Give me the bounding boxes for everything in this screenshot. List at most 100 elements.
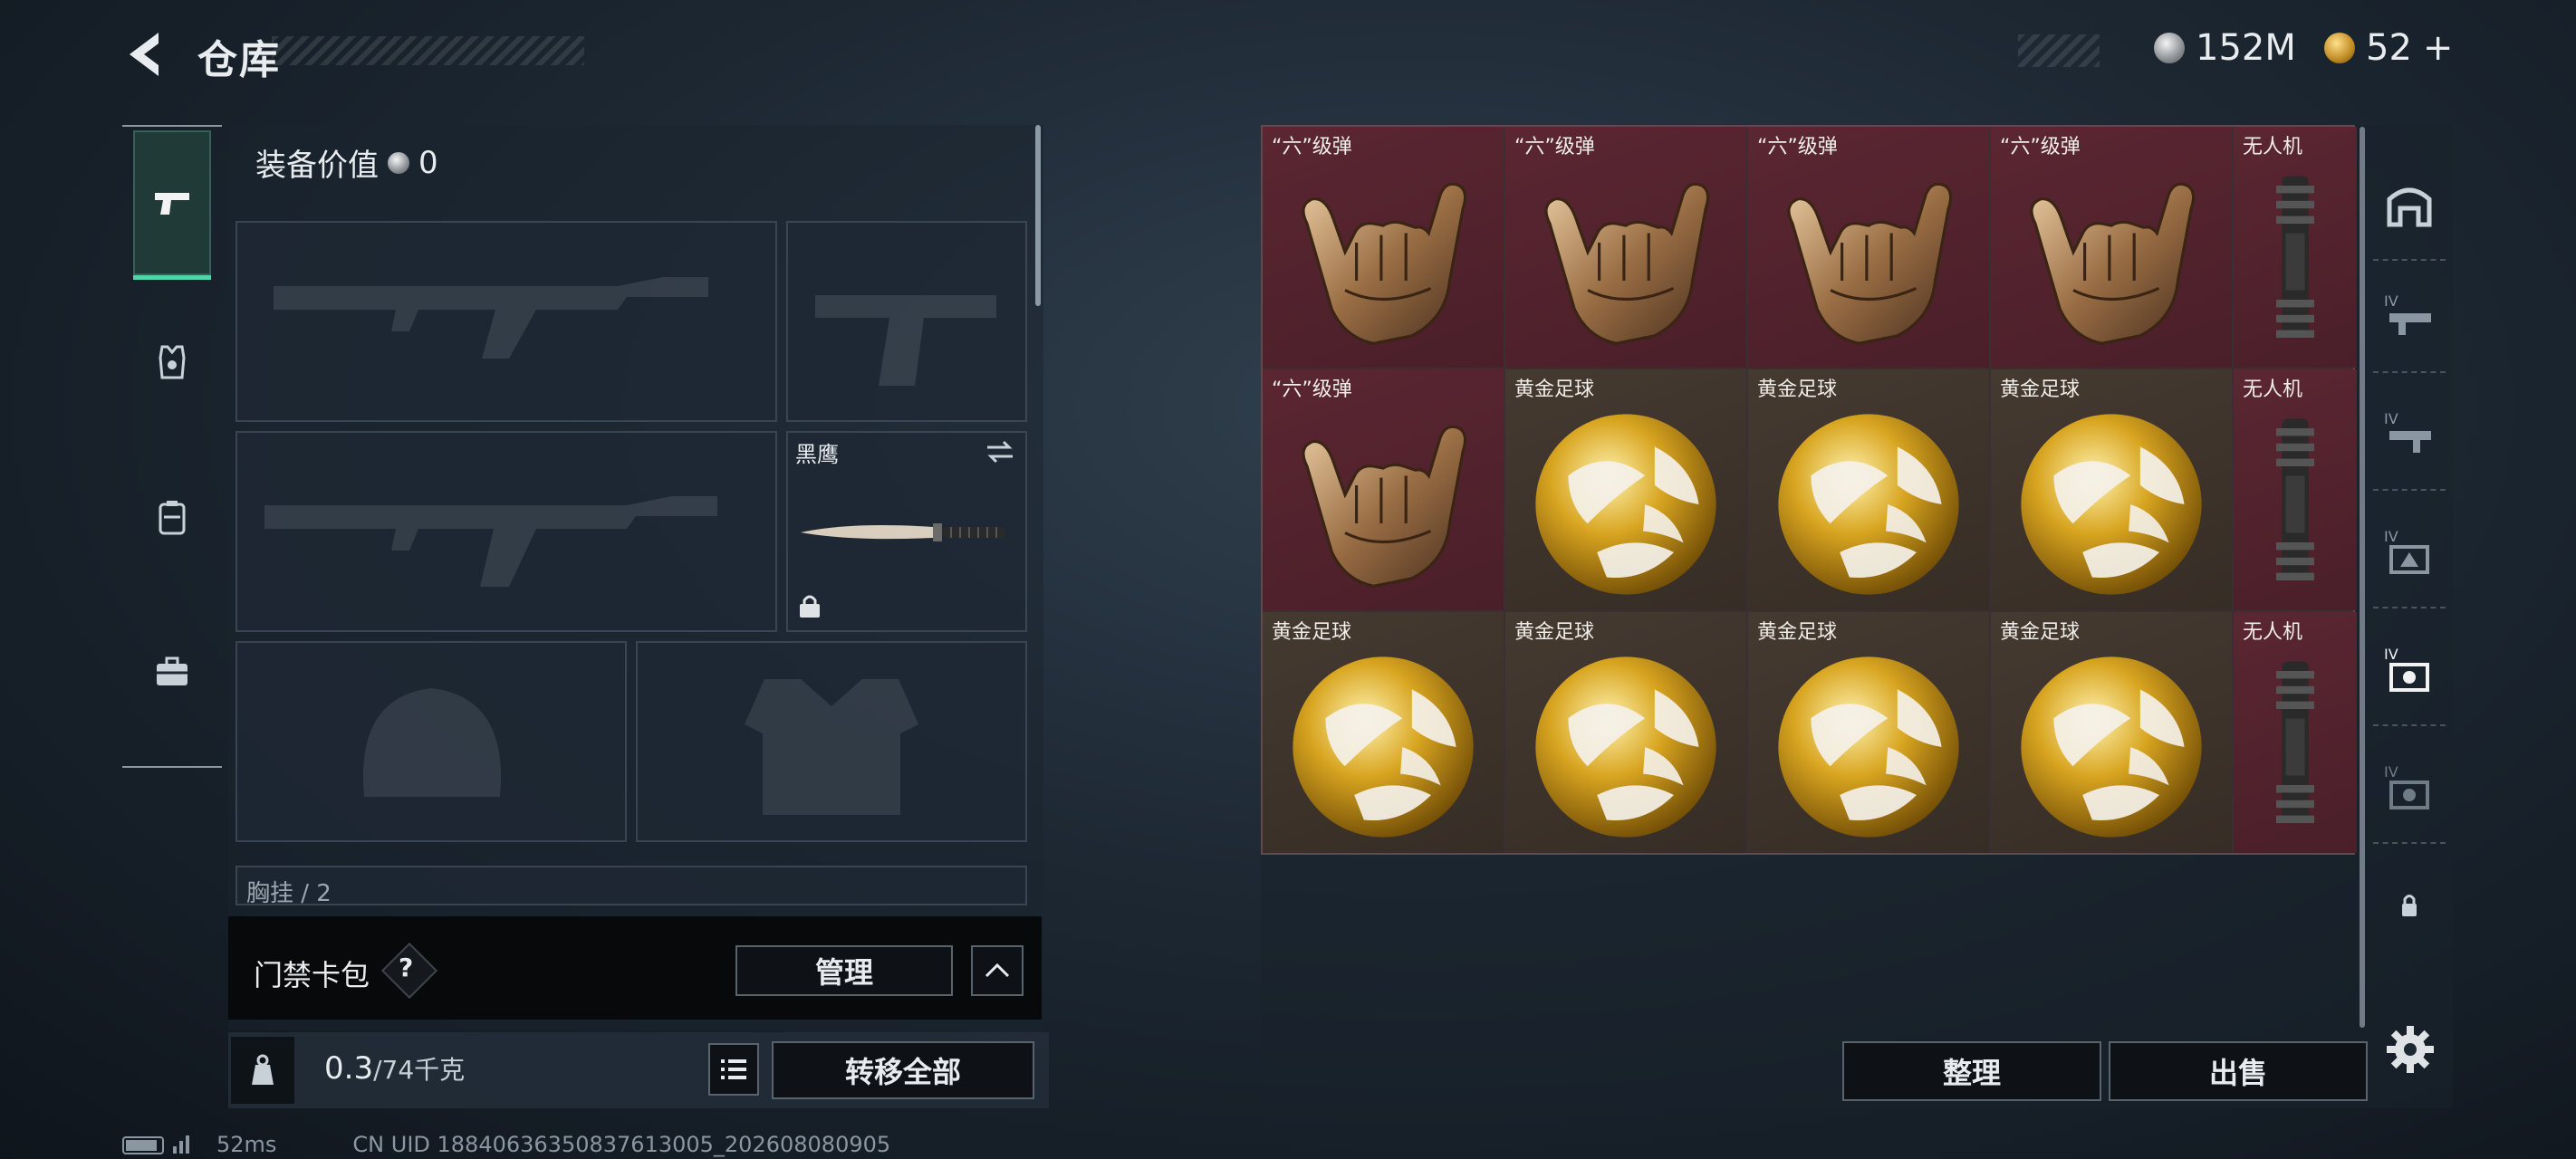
storage-cell-hand-sign[interactable]: “六”级弹	[1748, 127, 1989, 368]
svg-text:IV: IV	[2384, 410, 2398, 427]
tab-storage-1[interactable]: IV	[2373, 263, 2446, 373]
sell-button[interactable]: 出售	[2109, 1041, 2368, 1101]
storage-cell-gold-ball[interactable]: 黄金足球	[1748, 612, 1989, 853]
vault-icon	[2387, 187, 2432, 227]
gold-football-icon	[1535, 414, 1716, 595]
storage-cell-label: 黄金足球	[1757, 378, 1838, 401]
pistol-silhouette-icon	[815, 295, 996, 386]
nav-tab-backpack[interactable]	[133, 445, 211, 590]
storage-cell-gold-ball[interactable]: 黄金足球	[1748, 369, 1989, 610]
storage-cell-label: 黄金足球	[2000, 378, 2081, 401]
silver-coin-icon	[388, 151, 409, 174]
storage-cell-label: 黄金足球	[1272, 621, 1352, 644]
nav-tab-armor[interactable]	[133, 290, 211, 435]
manage-button[interactable]: 管理	[735, 945, 953, 996]
transfer-all-button[interactable]: 转移全部	[772, 1041, 1034, 1099]
chest-rig-slot[interactable]: 胸挂 / 2	[235, 866, 1027, 905]
storage-cell-hand-sign[interactable]: “六”级弹	[1263, 127, 1504, 368]
backpack-icon	[159, 501, 186, 535]
currency-decoration	[2018, 34, 2100, 67]
armor-slot[interactable]	[636, 641, 1027, 842]
storage-cell-gold-ball[interactable]: 黄金足球	[1991, 612, 2232, 853]
gold-football-icon	[1293, 656, 1474, 838]
category-nav	[122, 125, 222, 768]
storage-cell-drone-part[interactable]: 无人机	[2234, 612, 2357, 853]
bronze-hand-sign-icon	[1544, 182, 1710, 345]
list-view-button[interactable]	[708, 1043, 759, 1096]
weight-current: 0.3	[324, 1050, 374, 1087]
storage-cell-gold-ball[interactable]: 黄金足球	[1991, 369, 2232, 610]
rifle-silhouette-icon	[264, 496, 717, 587]
storage-cell-label: 黄金足球	[1757, 621, 1838, 644]
armor-vest-icon	[159, 345, 186, 379]
storage-cell-drone-part[interactable]: 无人机	[2234, 127, 2357, 368]
pistol-slot[interactable]	[786, 221, 1027, 422]
sort-button[interactable]: 整理	[1842, 1041, 2101, 1101]
collectibles-tab-icon: IV	[2384, 763, 2429, 809]
currency-silver-amount: 152M	[2196, 27, 2296, 69]
loadout-scrollbar[interactable]	[1035, 125, 1041, 306]
storage-cell-gold-ball[interactable]: 黄金足球	[1263, 612, 1504, 853]
storage-cell-label: “六”级弹	[1514, 136, 1595, 158]
gold-coin-icon	[2324, 33, 2355, 63]
storage-cell-label: 无人机	[2243, 621, 2303, 644]
briefcase-icon	[157, 656, 187, 685]
ping-text: 52ms	[216, 1132, 277, 1157]
storage-cell-hand-sign[interactable]: “六”级弹	[1991, 127, 2232, 368]
currency-gold[interactable]: 52 +	[2324, 27, 2453, 69]
helmet-slot[interactable]	[235, 641, 627, 842]
svg-text:IV: IV	[2384, 763, 2398, 781]
tab-storage-4-active[interactable]: IV	[2373, 616, 2446, 726]
gold-football-icon	[2021, 656, 2202, 838]
bronze-hand-sign-icon	[1302, 182, 1467, 345]
weight-icon	[231, 1037, 294, 1104]
currency-silver[interactable]: 152M	[2154, 27, 2296, 69]
tab-storage-5[interactable]: IV	[2373, 733, 2446, 844]
tab-storage-3[interactable]: IV	[2373, 498, 2446, 608]
melee-slot[interactable]: 黑鹰	[786, 431, 1027, 632]
storage-cell-gold-ball[interactable]: 黄金足球	[1505, 612, 1746, 853]
drone-part-icon	[2276, 418, 2314, 580]
storage-cell-label: 无人机	[2243, 378, 2303, 401]
list-icon	[721, 1059, 746, 1079]
drone-part-icon	[2276, 661, 2314, 823]
nav-tab-weapons[interactable]	[133, 130, 211, 280]
knife-icon	[801, 523, 1005, 541]
tab-storage-locked[interactable]	[2373, 849, 2446, 958]
equipment-value-amount: 0	[418, 144, 438, 181]
chest-rig-label: 胸挂 / 2	[246, 880, 332, 905]
tab-storage-home[interactable]	[2373, 150, 2446, 261]
tab-storage-2[interactable]: IV	[2373, 380, 2446, 491]
collapse-button[interactable]	[971, 945, 1024, 996]
bronze-hand-sign-icon	[1787, 182, 1953, 345]
storage-cell-label: 无人机	[2243, 136, 2303, 158]
storage-tabs: IV IV IV IV IV	[2373, 125, 2446, 940]
uid-text: CN UID 18840636350837613005_202608080905	[352, 1132, 891, 1157]
storage-cell-drone-part[interactable]: 无人机	[2234, 369, 2357, 610]
storage-cell-label: “六”级弹	[1272, 378, 1352, 401]
nav-tab-case[interactable]	[133, 599, 211, 744]
svg-text:IV: IV	[2384, 292, 2398, 310]
secondary-weapon-slot[interactable]	[235, 431, 777, 632]
weight-readout: 0.3/74千克	[324, 1050, 465, 1087]
storage-cell-hand-sign[interactable]: “六”级弹	[1263, 369, 1504, 610]
equipment-value: 装备价值 0	[255, 140, 438, 185]
back-arrow-icon[interactable]	[122, 27, 168, 81]
knife-name: 黑鹰	[795, 442, 839, 467]
add-currency-button[interactable]: +	[2423, 27, 2454, 69]
primary-weapon-slot[interactable]	[235, 221, 777, 422]
storage-cell-gold-ball[interactable]: 黄金足球	[1505, 369, 1746, 610]
storage-cell-hand-sign[interactable]: “六”级弹	[1505, 127, 1746, 368]
bronze-hand-sign-icon	[1302, 425, 1467, 588]
helmet-silhouette-icon	[362, 688, 502, 797]
gold-football-icon	[1778, 414, 1959, 595]
rifle-silhouette-icon	[274, 277, 708, 359]
equipment-value-label: 装备价值	[255, 148, 379, 184]
gold-football-icon	[2021, 414, 2202, 595]
help-icon[interactable]: ?	[399, 953, 413, 982]
title-decoration	[272, 36, 584, 65]
gold-football-icon	[1535, 656, 1716, 838]
settings-gear-icon[interactable]	[2384, 1023, 2437, 1076]
swap-icon[interactable]	[984, 438, 1016, 469]
storage-scrollbar[interactable]	[2360, 127, 2365, 1028]
